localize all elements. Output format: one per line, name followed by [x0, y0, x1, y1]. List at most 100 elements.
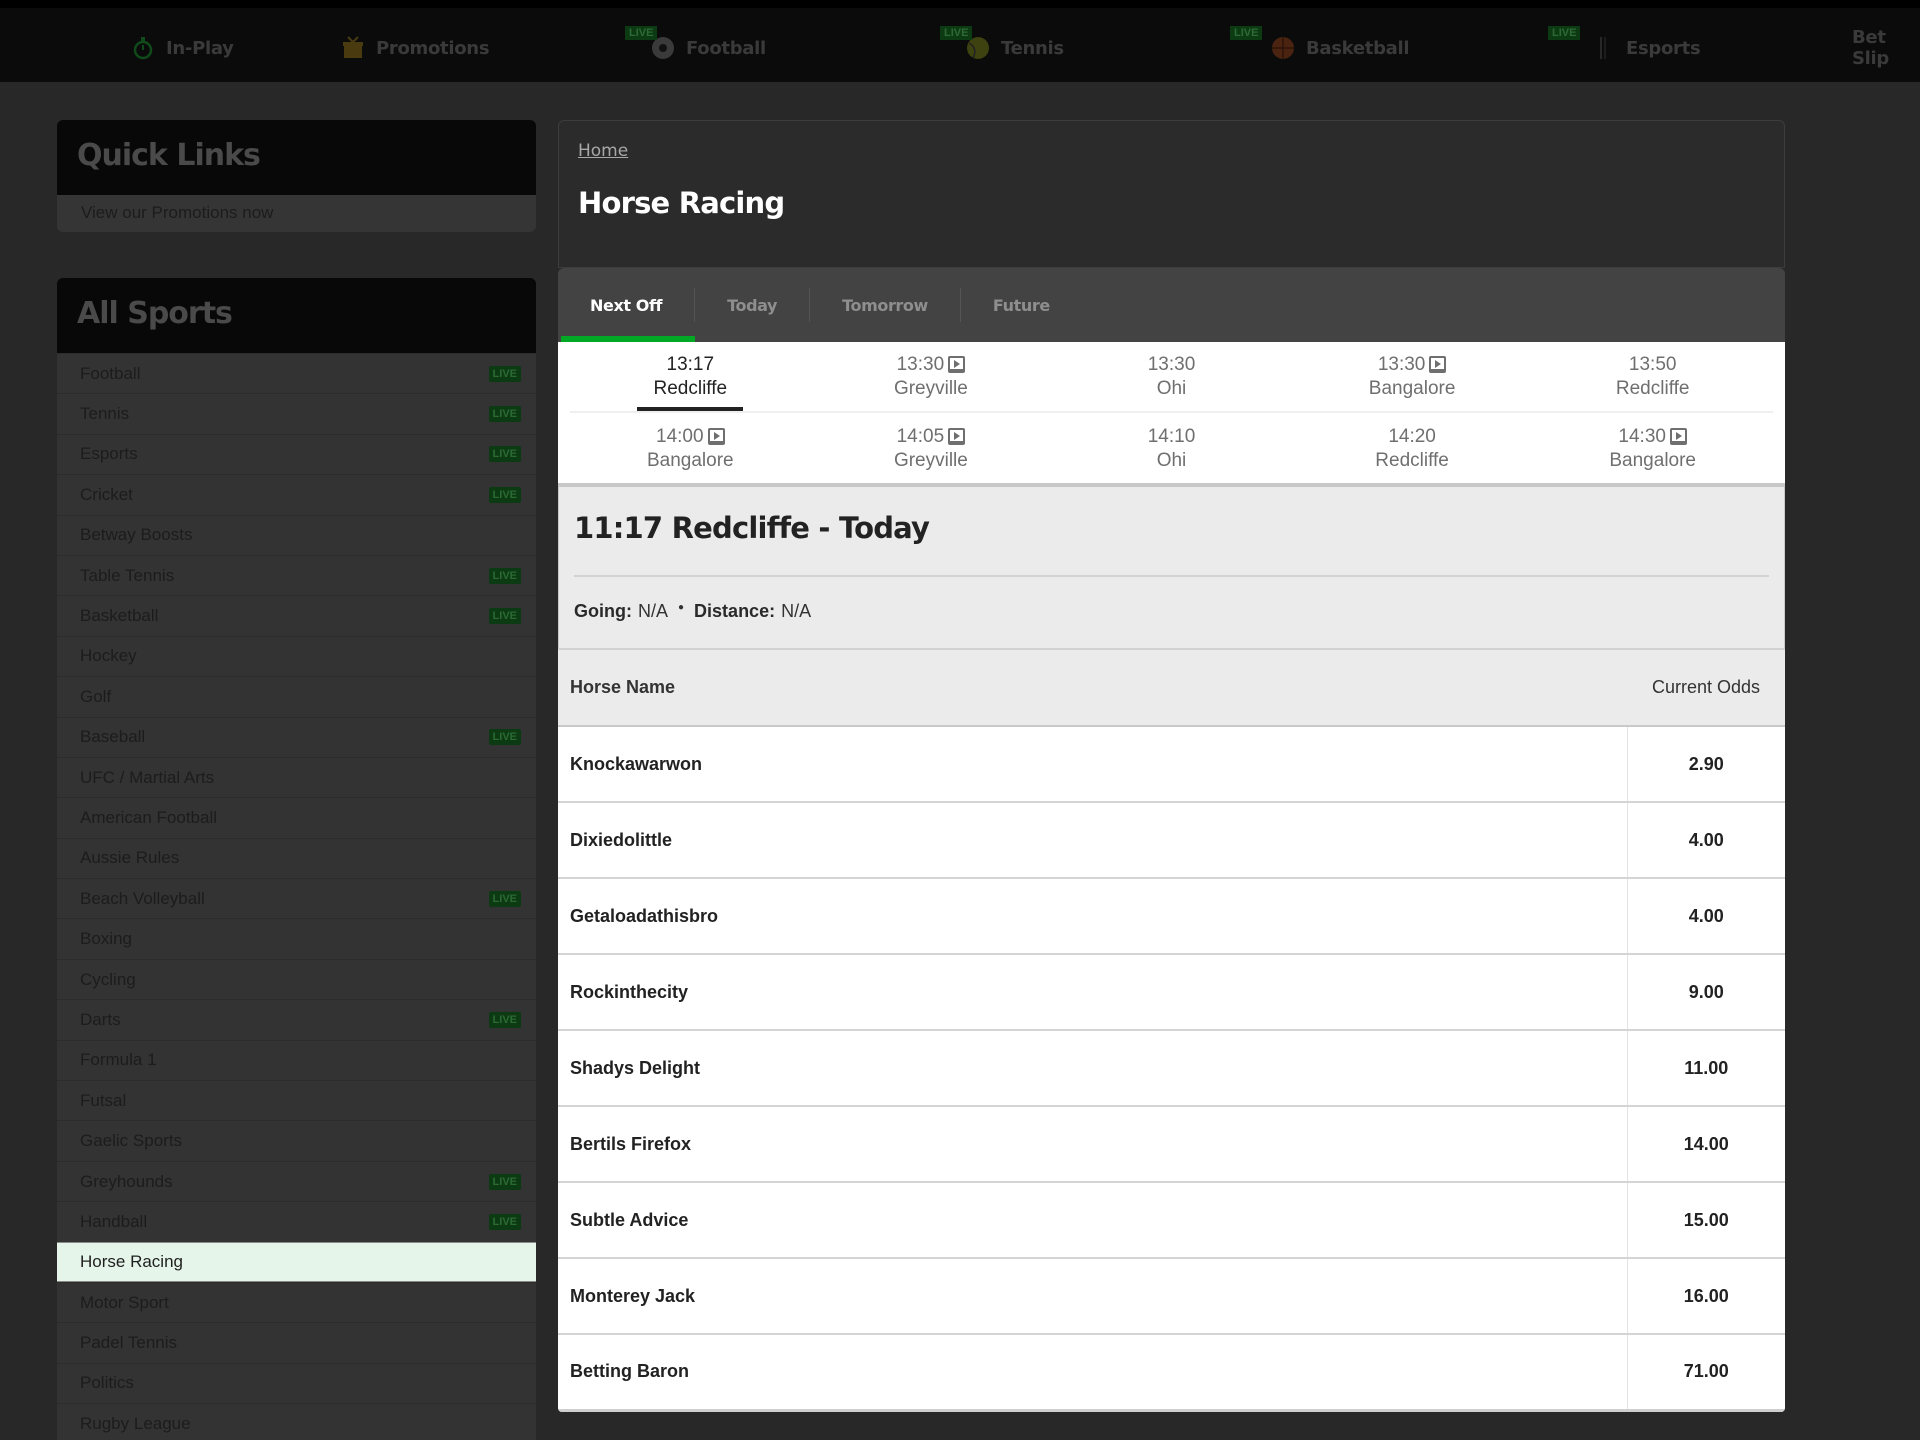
nav-item-bet-slip[interactable]: Bet Slip [1852, 27, 1920, 69]
stopwatch-icon [130, 35, 156, 61]
tab-future[interactable]: Future [961, 288, 1082, 322]
page-header: Home Horse Racing [558, 120, 1785, 268]
race-link[interactable]: 13:30 Ohi [1051, 342, 1292, 411]
col-current-odds: Current Odds [1627, 648, 1785, 727]
tab-next-off[interactable]: Next Off [558, 288, 696, 322]
sidebar-item-cycling[interactable]: Cycling [57, 958, 536, 1000]
live-badge: LIVE [488, 1011, 521, 1028]
distance-value: N/A [781, 601, 812, 621]
nav-item-tennis[interactable]: Tennis [965, 30, 1064, 66]
live-stream-tv-icon [1669, 428, 1687, 445]
live-badge: LIVE [488, 890, 521, 907]
table-row: Bertils Firefox 14.00 [558, 1106, 1785, 1183]
race-link[interactable]: 13:30 Greyville [811, 342, 1052, 411]
race-link[interactable]: 14:00 Bangalore [570, 413, 811, 484]
sidebar-item-betway-boosts[interactable]: Betway Boosts [57, 514, 536, 555]
table-row: Monterey Jack 16.00 [558, 1258, 1785, 1335]
nav-item-football[interactable]: Football [650, 30, 766, 66]
tab-tomorrow[interactable]: Tomorrow [810, 288, 961, 322]
sidebar-item-horse-racing[interactable]: Horse Racing [57, 1241, 536, 1282]
sidebar-item-beach-volleyball[interactable]: Beach Volleyball LIVE [57, 878, 536, 919]
sidebar-item-label: Golf [80, 686, 112, 706]
table-header-row: Horse Name Current Odds [558, 648, 1785, 727]
nav-item-label: In-Play [166, 37, 234, 59]
race-venue: Bangalore [1368, 377, 1456, 399]
sidebar-item-table-tennis[interactable]: Table Tennis LIVE [57, 554, 536, 596]
odds-button[interactable]: 11.00 [1626, 1030, 1785, 1107]
odds-button[interactable]: 4.00 [1626, 878, 1785, 955]
odds-button[interactable]: 16.00 [1626, 1258, 1785, 1335]
sidebar-item-boxing[interactable]: Boxing [57, 918, 536, 959]
basketball-icon [1270, 35, 1296, 61]
sidebar-item-formula-1[interactable]: Formula 1 [57, 1039, 536, 1081]
all-sports-title: All Sports [57, 278, 536, 353]
nav-item-basketball[interactable]: Basketball [1270, 30, 1410, 66]
quick-link-promotions[interactable]: View our Promotions now [57, 195, 536, 232]
sidebar-item-politics[interactable]: Politics [57, 1362, 536, 1404]
nav-item-esports[interactable]: Esports [1590, 30, 1701, 66]
sidebar-item-american-football[interactable]: American Football [57, 797, 536, 838]
race-link[interactable]: 14:05 Greyville [811, 413, 1052, 484]
race-venue: Redcliffe [653, 377, 728, 399]
race-link[interactable]: 13:50 Redcliffe [1532, 342, 1773, 411]
race-link[interactable]: 13:30 Bangalore [1292, 342, 1533, 411]
nav-item-in-play[interactable]: In-Play [130, 30, 234, 66]
odds-button[interactable]: 2.90 [1626, 726, 1785, 803]
sidebar-item-basketball[interactable]: Basketball LIVE [57, 595, 536, 636]
live-stream-tv-icon [948, 428, 966, 445]
sidebar-item-ufc-martial-arts[interactable]: UFC / Martial Arts [57, 756, 536, 798]
sidebar-item-esports[interactable]: Esports LIVE [57, 433, 536, 475]
nav-item-promotions[interactable]: Promotions [340, 30, 490, 66]
sidebar-item-hockey[interactable]: Hockey [57, 635, 536, 677]
race-link[interactable]: 14:30 Bangalore [1532, 413, 1773, 484]
table-row: Dixiedolittle 4.00 [558, 802, 1785, 879]
live-badge: LIVE [488, 1173, 521, 1190]
sidebar-item-football[interactable]: Football LIVE [57, 353, 536, 394]
odds-button[interactable]: 71.00 [1626, 1334, 1785, 1412]
race-link[interactable]: 14:20 Redcliffe [1292, 413, 1533, 484]
race-time: 14:20 [1388, 425, 1436, 449]
sidebar-item-golf[interactable]: Golf [57, 676, 536, 717]
race-link[interactable]: 14:10 Ohi [1051, 413, 1292, 484]
nav-item-label: Tennis [1001, 37, 1064, 59]
odds-button[interactable]: 9.00 [1626, 954, 1785, 1031]
sidebar-item-motor-sport[interactable]: Motor Sport [57, 1281, 536, 1323]
horse-name: Subtle Advice [558, 1182, 1627, 1259]
race-venue: Redcliffe [1615, 377, 1690, 399]
odds-button[interactable]: 4.00 [1626, 802, 1785, 879]
sidebar-item-darts[interactable]: Darts LIVE [57, 999, 536, 1040]
sidebar-item-futsal[interactable]: Futsal [57, 1080, 536, 1121]
race-time: 13:30 [897, 353, 966, 377]
sidebar-item-label: Hockey [80, 646, 137, 666]
odds-button[interactable]: 14.00 [1626, 1106, 1785, 1183]
tab-today[interactable]: Today [695, 288, 811, 322]
sidebar-item-rugby-league[interactable]: Rugby League [57, 1403, 536, 1440]
sidebar-item-cricket[interactable]: Cricket LIVE [57, 474, 536, 515]
sidebar-item-label: Handball [80, 1211, 148, 1231]
race-link[interactable]: 13:17 Redcliffe [570, 342, 811, 411]
sidebar-item-padel-tennis[interactable]: Padel Tennis [57, 1322, 536, 1363]
live-stream-tv-icon [1429, 356, 1447, 373]
odds-table: Horse Name Current Odds Knockawarwon 2.90… [558, 648, 1785, 1412]
sidebar-item-label: Boxing [80, 929, 132, 949]
race-venue: Greyville [893, 449, 968, 471]
race-time-text: 14:30 [1618, 425, 1666, 447]
breadcrumb-home[interactable]: Home [578, 141, 628, 161]
sidebar-item-gaelic-sports[interactable]: Gaelic Sports [57, 1120, 536, 1161]
table-row: Subtle Advice 15.00 [558, 1182, 1785, 1259]
sidebar-item-aussie-rules[interactable]: Aussie Rules [57, 837, 536, 879]
sidebar-item-tennis[interactable]: Tennis LIVE [57, 393, 536, 434]
odds-button[interactable]: 15.00 [1626, 1182, 1785, 1259]
table-row: Shadys Delight 11.00 [558, 1030, 1785, 1107]
sidebar-item-greyhounds[interactable]: Greyhounds LIVE [57, 1160, 536, 1202]
sidebar-item-label: Formula 1 [80, 1050, 157, 1070]
horse-name: Knockawarwon [558, 726, 1627, 803]
sidebar-item-baseball[interactable]: Baseball LIVE [57, 716, 536, 757]
sidebar-item-handball[interactable]: Handball LIVE [57, 1201, 536, 1242]
sidebar-item-label: Politics [80, 1373, 134, 1393]
sidebar-item-label: Aussie Rules [80, 848, 180, 868]
race-meta: Going: N/A ● Distance: N/A [574, 577, 1769, 646]
live-badge: LIVE [625, 26, 658, 40]
live-stream-tv-icon [707, 428, 725, 445]
race-venue: Ohi [1156, 449, 1187, 471]
